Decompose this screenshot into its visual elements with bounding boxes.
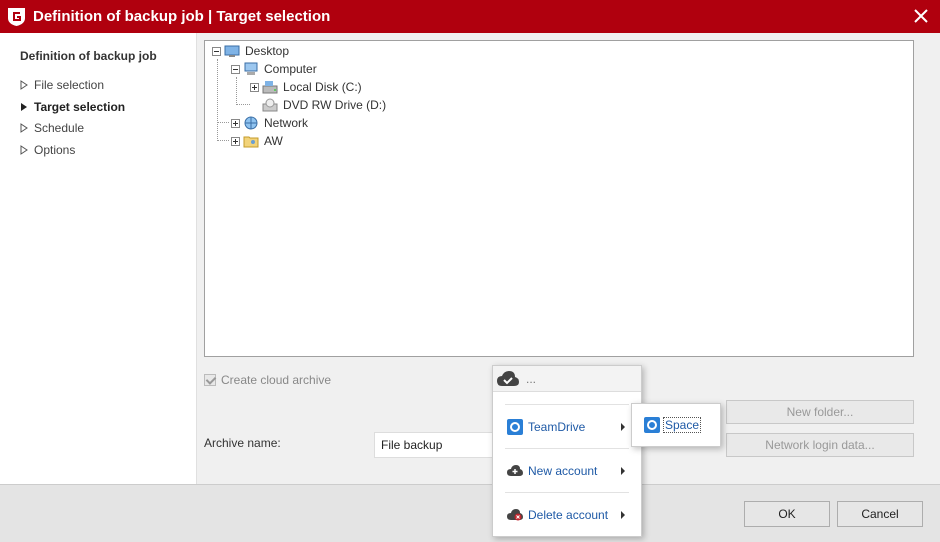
menu-item-label: Delete account	[528, 508, 609, 522]
tree-node-desktop[interactable]: Desktop	[212, 43, 291, 59]
submenu-item-label: Space	[663, 417, 702, 433]
menu-item-label: New account	[528, 464, 598, 478]
dialog-footer: OK Cancel	[0, 484, 940, 542]
cloud-check-icon	[497, 370, 519, 386]
sidebar-item-label: Options	[34, 143, 76, 157]
expand-icon[interactable]	[250, 82, 259, 92]
expand-icon[interactable]	[231, 118, 240, 128]
submenu-arrow-icon	[621, 511, 625, 519]
teamdrive-submenu[interactable]: Space	[631, 403, 721, 447]
network-icon	[244, 116, 258, 130]
create-cloud-archive-checkbox[interactable]: Create cloud archive	[204, 373, 331, 387]
expand-icon[interactable]	[231, 136, 240, 146]
sidebar-item-label: File selection	[34, 78, 105, 92]
triangle-right-filled-icon	[21, 103, 27, 111]
tree-node-label: Network	[264, 116, 309, 130]
cloud-menu-header-label: ...	[526, 371, 537, 386]
checkbox-label: Create cloud archive	[221, 373, 332, 387]
cloud-add-icon	[507, 465, 523, 476]
triangle-right-icon	[20, 80, 28, 90]
submenu-arrow-icon	[621, 423, 625, 431]
folder-tree[interactable]: Desktop Computer Local Disk (C:) DVD RW …	[204, 40, 914, 357]
tree-node-label: Desktop	[245, 44, 290, 58]
sidebar: Definition of backup job File selection …	[0, 33, 197, 484]
network-login-button[interactable]: Network login data...	[726, 433, 914, 457]
checkbox-checked-icon[interactable]	[204, 374, 216, 386]
tree-node-label: AW	[264, 134, 283, 148]
sidebar-item-target-selection[interactable]: Target selection	[20, 99, 125, 115]
desktop-icon	[224, 45, 240, 57]
title-bar: Definition of backup job | Target select…	[0, 0, 940, 33]
tree-node-local-disk[interactable]: Local Disk (C:)	[250, 79, 364, 95]
tree-node-aw[interactable]: AW	[231, 133, 285, 149]
archive-name-input[interactable]: File backup	[374, 432, 494, 458]
sidebar-item-label: Schedule	[34, 121, 85, 135]
user-folder-icon	[243, 136, 259, 148]
new-folder-button[interactable]: New folder...	[726, 400, 914, 424]
archive-name-label: Archive name:	[204, 436, 281, 450]
tree-node-dvd-drive[interactable]: DVD RW Drive (D:)	[262, 97, 388, 113]
tree-node-label: Local Disk (C:)	[283, 80, 362, 94]
menu-item-new-account[interactable]: New account	[493, 459, 641, 483]
teamdrive-icon	[507, 419, 523, 435]
close-icon[interactable]	[912, 7, 930, 25]
triangle-right-icon	[20, 123, 28, 133]
menu-item-delete-account[interactable]: Delete account	[493, 503, 641, 527]
gdata-logo-icon	[8, 8, 25, 26]
cloud-menu-header[interactable]: ...	[493, 366, 641, 392]
tree-node-label: DVD RW Drive (D:)	[283, 98, 387, 112]
sidebar-item-file-selection[interactable]: File selection	[20, 77, 104, 93]
hard-disk-icon	[262, 81, 278, 94]
computer-icon	[244, 62, 258, 75]
sidebar-heading: Definition of backup job	[20, 49, 157, 63]
window-title: Definition of backup job | Target select…	[33, 8, 331, 25]
menu-item-label: TeamDrive	[528, 420, 586, 434]
collapse-icon[interactable]	[231, 64, 240, 74]
cloud-provider-menu[interactable]: ... TeamDrive New account Delete account	[492, 365, 642, 537]
sidebar-item-schedule[interactable]: Schedule	[20, 120, 84, 136]
tree-node-label: Computer	[264, 62, 317, 76]
cancel-button[interactable]: Cancel	[837, 501, 923, 527]
collapse-icon[interactable]	[212, 46, 221, 56]
sidebar-item-label: Target selection	[34, 100, 126, 114]
sidebar-item-options[interactable]: Options	[20, 142, 75, 158]
tree-node-network[interactable]: Network	[231, 115, 310, 131]
triangle-right-icon	[20, 145, 28, 155]
teamdrive-icon	[644, 417, 660, 433]
dvd-drive-icon	[262, 98, 278, 112]
submenu-arrow-icon	[621, 467, 625, 475]
ok-button[interactable]: OK	[744, 501, 830, 527]
cloud-delete-icon	[507, 509, 523, 521]
tree-node-computer[interactable]: Computer	[231, 61, 319, 77]
submenu-item-space[interactable]: Space	[644, 417, 702, 433]
menu-item-teamdrive[interactable]: TeamDrive	[493, 415, 641, 439]
